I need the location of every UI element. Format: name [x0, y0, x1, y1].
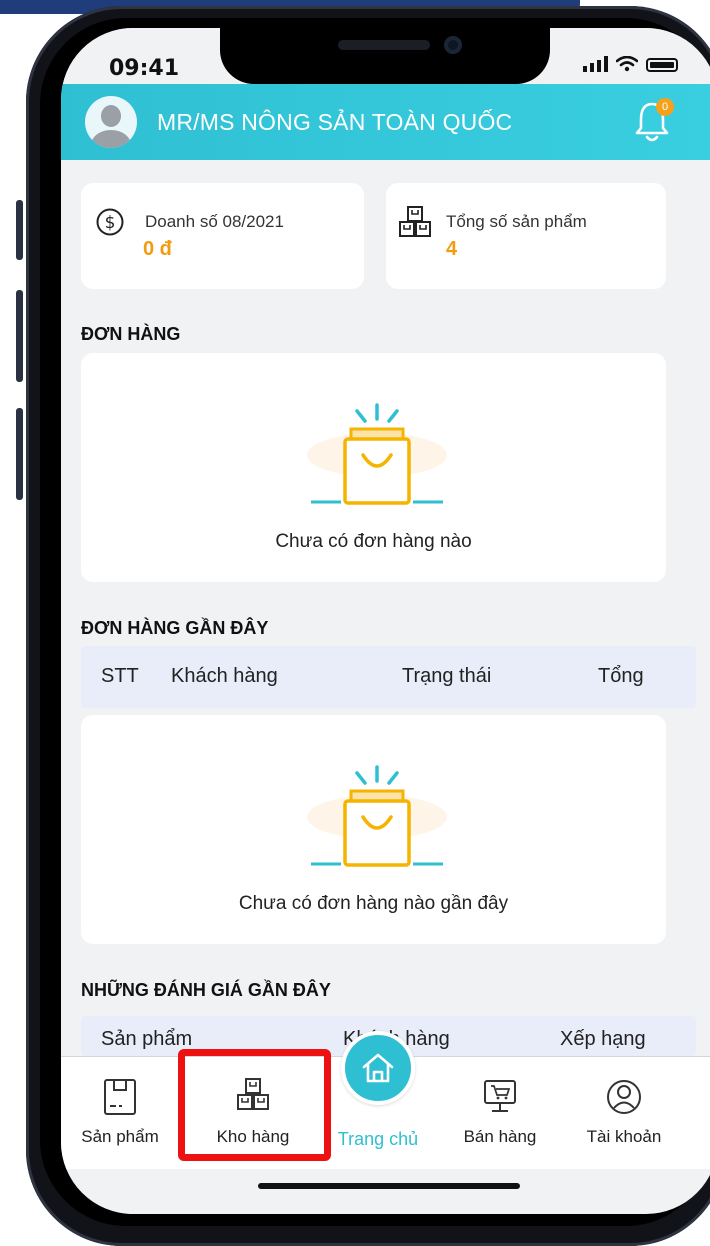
- nav-label: Bán hàng: [463, 1127, 537, 1146]
- nav-label-home[interactable]: Trang chủ: [323, 1129, 433, 1150]
- phone-side-button: [16, 290, 23, 382]
- orders-empty-card: Chưa có đơn hàng nào: [81, 353, 666, 582]
- recent-orders-empty-text: Chưa có đơn hàng nào gần đây: [238, 893, 509, 914]
- dollar-circle-icon: $: [96, 208, 124, 236]
- bottom-navigation: Sản phẩm Kho hàng Trang chủ Bán hàng Tài…: [61, 1031, 710, 1169]
- home-icon: [362, 1053, 394, 1083]
- nav-account[interactable]: Tài khoản: [565, 1057, 683, 1157]
- signal-icon: [583, 56, 608, 72]
- status-icons: [583, 56, 678, 72]
- nav-label: Tài khoản: [586, 1127, 662, 1146]
- boxes-icon: [399, 206, 431, 237]
- product-box-icon: [104, 1079, 136, 1115]
- highlight-box: [178, 1049, 331, 1161]
- column-header: Trạng thái: [402, 665, 492, 687]
- product-count-value: 4: [446, 238, 458, 260]
- notification-badge: 0: [656, 98, 674, 116]
- wifi-icon: [616, 56, 638, 72]
- nav-sales[interactable]: Bán hàng: [441, 1057, 559, 1157]
- column-header: Xếp hạng: [560, 1028, 646, 1050]
- store-name: MR/MS NÔNG SẢN TOÀN QUỐC: [157, 109, 513, 135]
- recent-orders-empty-card: Chưa có đơn hàng nào gần đây: [81, 715, 666, 944]
- orders-empty-text: Chưa có đơn hàng nào: [275, 531, 472, 552]
- recent-reviews-title: NHỮNG ĐÁNH GIÁ GẦN ĐÂY: [81, 980, 331, 1000]
- product-count-label: Tổng số sản phẩm: [446, 212, 587, 231]
- account-icon: [607, 1080, 641, 1114]
- sales-value: 0 đ: [143, 238, 172, 260]
- orders-section-title: ĐƠN HÀNG: [81, 324, 181, 344]
- app-header: MR/MS NÔNG SẢN TOÀN QUỐC 0: [61, 84, 710, 160]
- front-camera: [444, 36, 462, 54]
- sales-label: Doanh số 08/2021: [145, 212, 284, 231]
- svg-text:$: $: [105, 213, 116, 233]
- column-header: Sản phẩm: [101, 1028, 193, 1050]
- empty-bag-icon: [307, 765, 447, 867]
- battery-icon: [646, 58, 678, 72]
- avatar[interactable]: [85, 96, 137, 148]
- app-screen: 09:41 MR/MS NÔNG SẢN TOÀN QUỐC 0 $ Doanh…: [61, 28, 710, 1214]
- status-time: 09:41: [109, 56, 180, 81]
- phone-side-button: [16, 200, 23, 260]
- recent-orders-table-header: STT Khách hàng Trạng thái Tổng: [81, 646, 696, 708]
- home-indicator[interactable]: [258, 1183, 520, 1189]
- nav-products[interactable]: Sản phẩm: [61, 1057, 179, 1157]
- pos-cart-icon: [484, 1080, 516, 1112]
- nav-label: Sản phẩm: [81, 1127, 159, 1146]
- sales-card[interactable]: $ Doanh số 08/2021 0 đ: [81, 183, 364, 289]
- product-count-card[interactable]: Tổng số sản phẩm 4: [386, 183, 666, 289]
- empty-bag-icon: [307, 403, 447, 505]
- phone-side-button: [16, 408, 23, 500]
- column-header: STT: [101, 665, 139, 687]
- recent-orders-title: ĐƠN HÀNG GẦN ĐÂY: [81, 618, 269, 638]
- column-header: Khách hàng: [171, 665, 278, 687]
- status-bar: 09:41: [61, 28, 710, 84]
- phone-notch: [220, 28, 550, 84]
- speaker-grille: [338, 40, 430, 50]
- notification-bell-icon[interactable]: 0: [632, 98, 674, 144]
- nav-home[interactable]: [341, 1031, 415, 1105]
- column-header: Tổng: [598, 665, 644, 687]
